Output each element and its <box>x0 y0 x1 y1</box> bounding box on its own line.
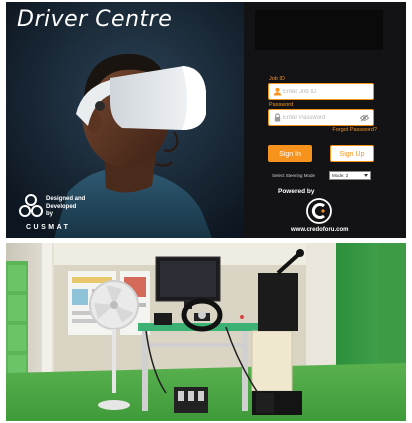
steering-mode-label: Select Steering Mode <box>272 173 316 178</box>
lock-icon <box>274 113 281 122</box>
header-placeholder <box>255 10 383 50</box>
developer-badge: Designed and Developed by CUSMAT <box>12 192 102 232</box>
steering-mode-select[interactable]: Mode: 2 <box>329 171 371 180</box>
app-screenshot: Driver Centre Designed and Developed by … <box>6 2 406 238</box>
credo-logo-icon <box>306 198 332 224</box>
job-id-field[interactable] <box>268 83 374 100</box>
simulator-room-photo <box>6 243 406 421</box>
password-field[interactable] <box>268 109 374 126</box>
sign-up-button[interactable]: Sign Up <box>330 145 374 162</box>
user-icon <box>273 87 282 96</box>
password-input[interactable] <box>283 111 363 124</box>
badge-text: Designed and Developed by <box>46 196 85 219</box>
badge-line-3: by <box>46 211 54 217</box>
badge-brand: CUSMAT <box>26 224 71 231</box>
cusmat-logo-icon <box>19 194 43 217</box>
powered-by-label: Powered by <box>278 188 315 195</box>
password-label: Password <box>269 102 294 108</box>
job-id-label: Job ID <box>269 76 285 82</box>
chevron-down-icon <box>364 174 368 177</box>
sign-in-button[interactable]: Sign In <box>268 145 312 162</box>
powered-by-url[interactable]: www.credoforu.com <box>291 227 348 233</box>
login-panel: Job ID Password Forgot Password? Sign In… <box>244 2 406 238</box>
badge-line-2: Developed <box>46 203 77 210</box>
hero-panel: Driver Centre Designed and Developed by … <box>6 2 244 238</box>
app-title: Driver Centre <box>17 7 173 32</box>
forgot-password-link[interactable]: Forgot Password? <box>332 127 377 133</box>
badge-line-1: Designed and <box>46 196 86 202</box>
steering-mode-value: Mode: 2 <box>332 173 349 178</box>
job-id-input[interactable] <box>283 85 363 98</box>
eye-icon[interactable] <box>360 114 369 122</box>
